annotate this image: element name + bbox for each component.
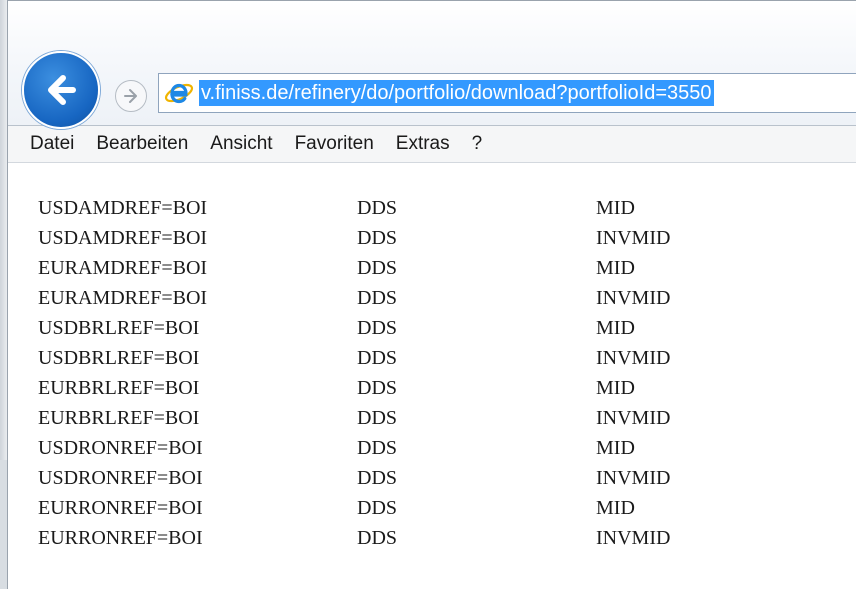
field-code: MID: [596, 197, 635, 219]
address-bar[interactable]: v.finiss.de/refinery/do/portfolio/downlo…: [158, 73, 856, 113]
list-item: USDBRLREF=BOI DDS MID: [38, 313, 838, 343]
source-code: DDS: [357, 407, 398, 429]
data-listing: USDAMDREF=BOI DDS MID USDAMDREF=BOI DDS …: [38, 193, 838, 553]
instrument-code: EURAMDREF=BOI: [38, 257, 208, 279]
instrument-code: EURRONREF=BOI: [38, 497, 203, 519]
instrument-code: EURAMDREF=BOI: [38, 287, 208, 309]
instrument-code: EURBRLREF=BOI: [38, 377, 200, 399]
list-item: USDRONREF=BOI DDS MID: [38, 433, 838, 463]
field-code: MID: [596, 437, 635, 459]
url-text[interactable]: v.finiss.de/refinery/do/portfolio/downlo…: [199, 80, 714, 106]
list-item: EURRONREF=BOI DDS MID: [38, 493, 838, 523]
source-code: DDS: [357, 497, 398, 519]
menu-extras[interactable]: Extras: [396, 132, 450, 156]
list-item: USDRONREF=BOI DDS INVMID: [38, 463, 838, 493]
source-code: DDS: [357, 227, 398, 249]
instrument-code: USDBRLREF=BOI: [38, 317, 200, 339]
page-content: USDAMDREF=BOI DDS MID USDAMDREF=BOI DDS …: [8, 163, 856, 589]
list-item: EURBRLREF=BOI DDS INVMID: [38, 403, 838, 433]
menu-bar: Datei Bearbeiten Ansicht Favoriten Extra…: [8, 125, 856, 163]
field-code: INVMID: [596, 527, 671, 549]
field-code: INVMID: [596, 347, 671, 369]
browser-toolbar: v.finiss.de/refinery/do/portfolio/downlo…: [8, 0, 856, 129]
field-code: INVMID: [596, 287, 671, 309]
field-code: MID: [596, 377, 635, 399]
instrument-code: USDRONREF=BOI: [38, 467, 203, 489]
list-item: EURAMDREF=BOI DDS INVMID: [38, 283, 838, 313]
back-button[interactable]: [22, 51, 100, 129]
source-code: DDS: [357, 197, 398, 219]
list-item: EURRONREF=BOI DDS INVMID: [38, 523, 838, 553]
source-code: DDS: [357, 257, 398, 279]
scrollbar-thumb[interactable]: [0, 460, 7, 589]
source-code: DDS: [357, 287, 398, 309]
list-item: USDBRLREF=BOI DDS INVMID: [38, 343, 838, 373]
instrument-code: USDAMDREF=BOI: [38, 227, 208, 249]
instrument-code: EURBRLREF=BOI: [38, 407, 200, 429]
window-left-edge: [0, 0, 8, 589]
field-code: MID: [596, 257, 635, 279]
source-code: DDS: [357, 527, 398, 549]
forward-arrow-icon: [124, 89, 137, 103]
instrument-code: USDAMDREF=BOI: [38, 197, 208, 219]
forward-button[interactable]: [115, 80, 147, 112]
source-code: DDS: [357, 347, 398, 369]
list-item: EURBRLREF=BOI DDS MID: [38, 373, 838, 403]
field-code: INVMID: [596, 467, 671, 489]
field-code: INVMID: [596, 407, 671, 429]
list-item: USDAMDREF=BOI DDS MID: [38, 193, 838, 223]
list-item: EURAMDREF=BOI DDS MID: [38, 253, 838, 283]
back-arrow-icon: [48, 75, 76, 105]
field-code: MID: [596, 317, 635, 339]
menu-ansicht[interactable]: Ansicht: [210, 132, 272, 156]
instrument-code: USDRONREF=BOI: [38, 437, 203, 459]
field-code: MID: [596, 497, 635, 519]
internet-explorer-icon: [159, 75, 199, 111]
field-code: INVMID: [596, 227, 671, 249]
list-item: USDAMDREF=BOI DDS INVMID: [38, 223, 838, 253]
instrument-code: EURRONREF=BOI: [38, 527, 203, 549]
menu-bearbeiten[interactable]: Bearbeiten: [96, 132, 188, 156]
source-code: DDS: [357, 377, 398, 399]
instrument-code: USDBRLREF=BOI: [38, 347, 200, 369]
source-code: DDS: [357, 437, 398, 459]
browser-window: v.finiss.de/refinery/do/portfolio/downlo…: [0, 0, 856, 589]
source-code: DDS: [357, 467, 398, 489]
menu-favoriten[interactable]: Favoriten: [295, 132, 374, 156]
source-code: DDS: [357, 317, 398, 339]
menu-help[interactable]: ?: [472, 132, 483, 156]
menu-datei[interactable]: Datei: [30, 132, 74, 156]
